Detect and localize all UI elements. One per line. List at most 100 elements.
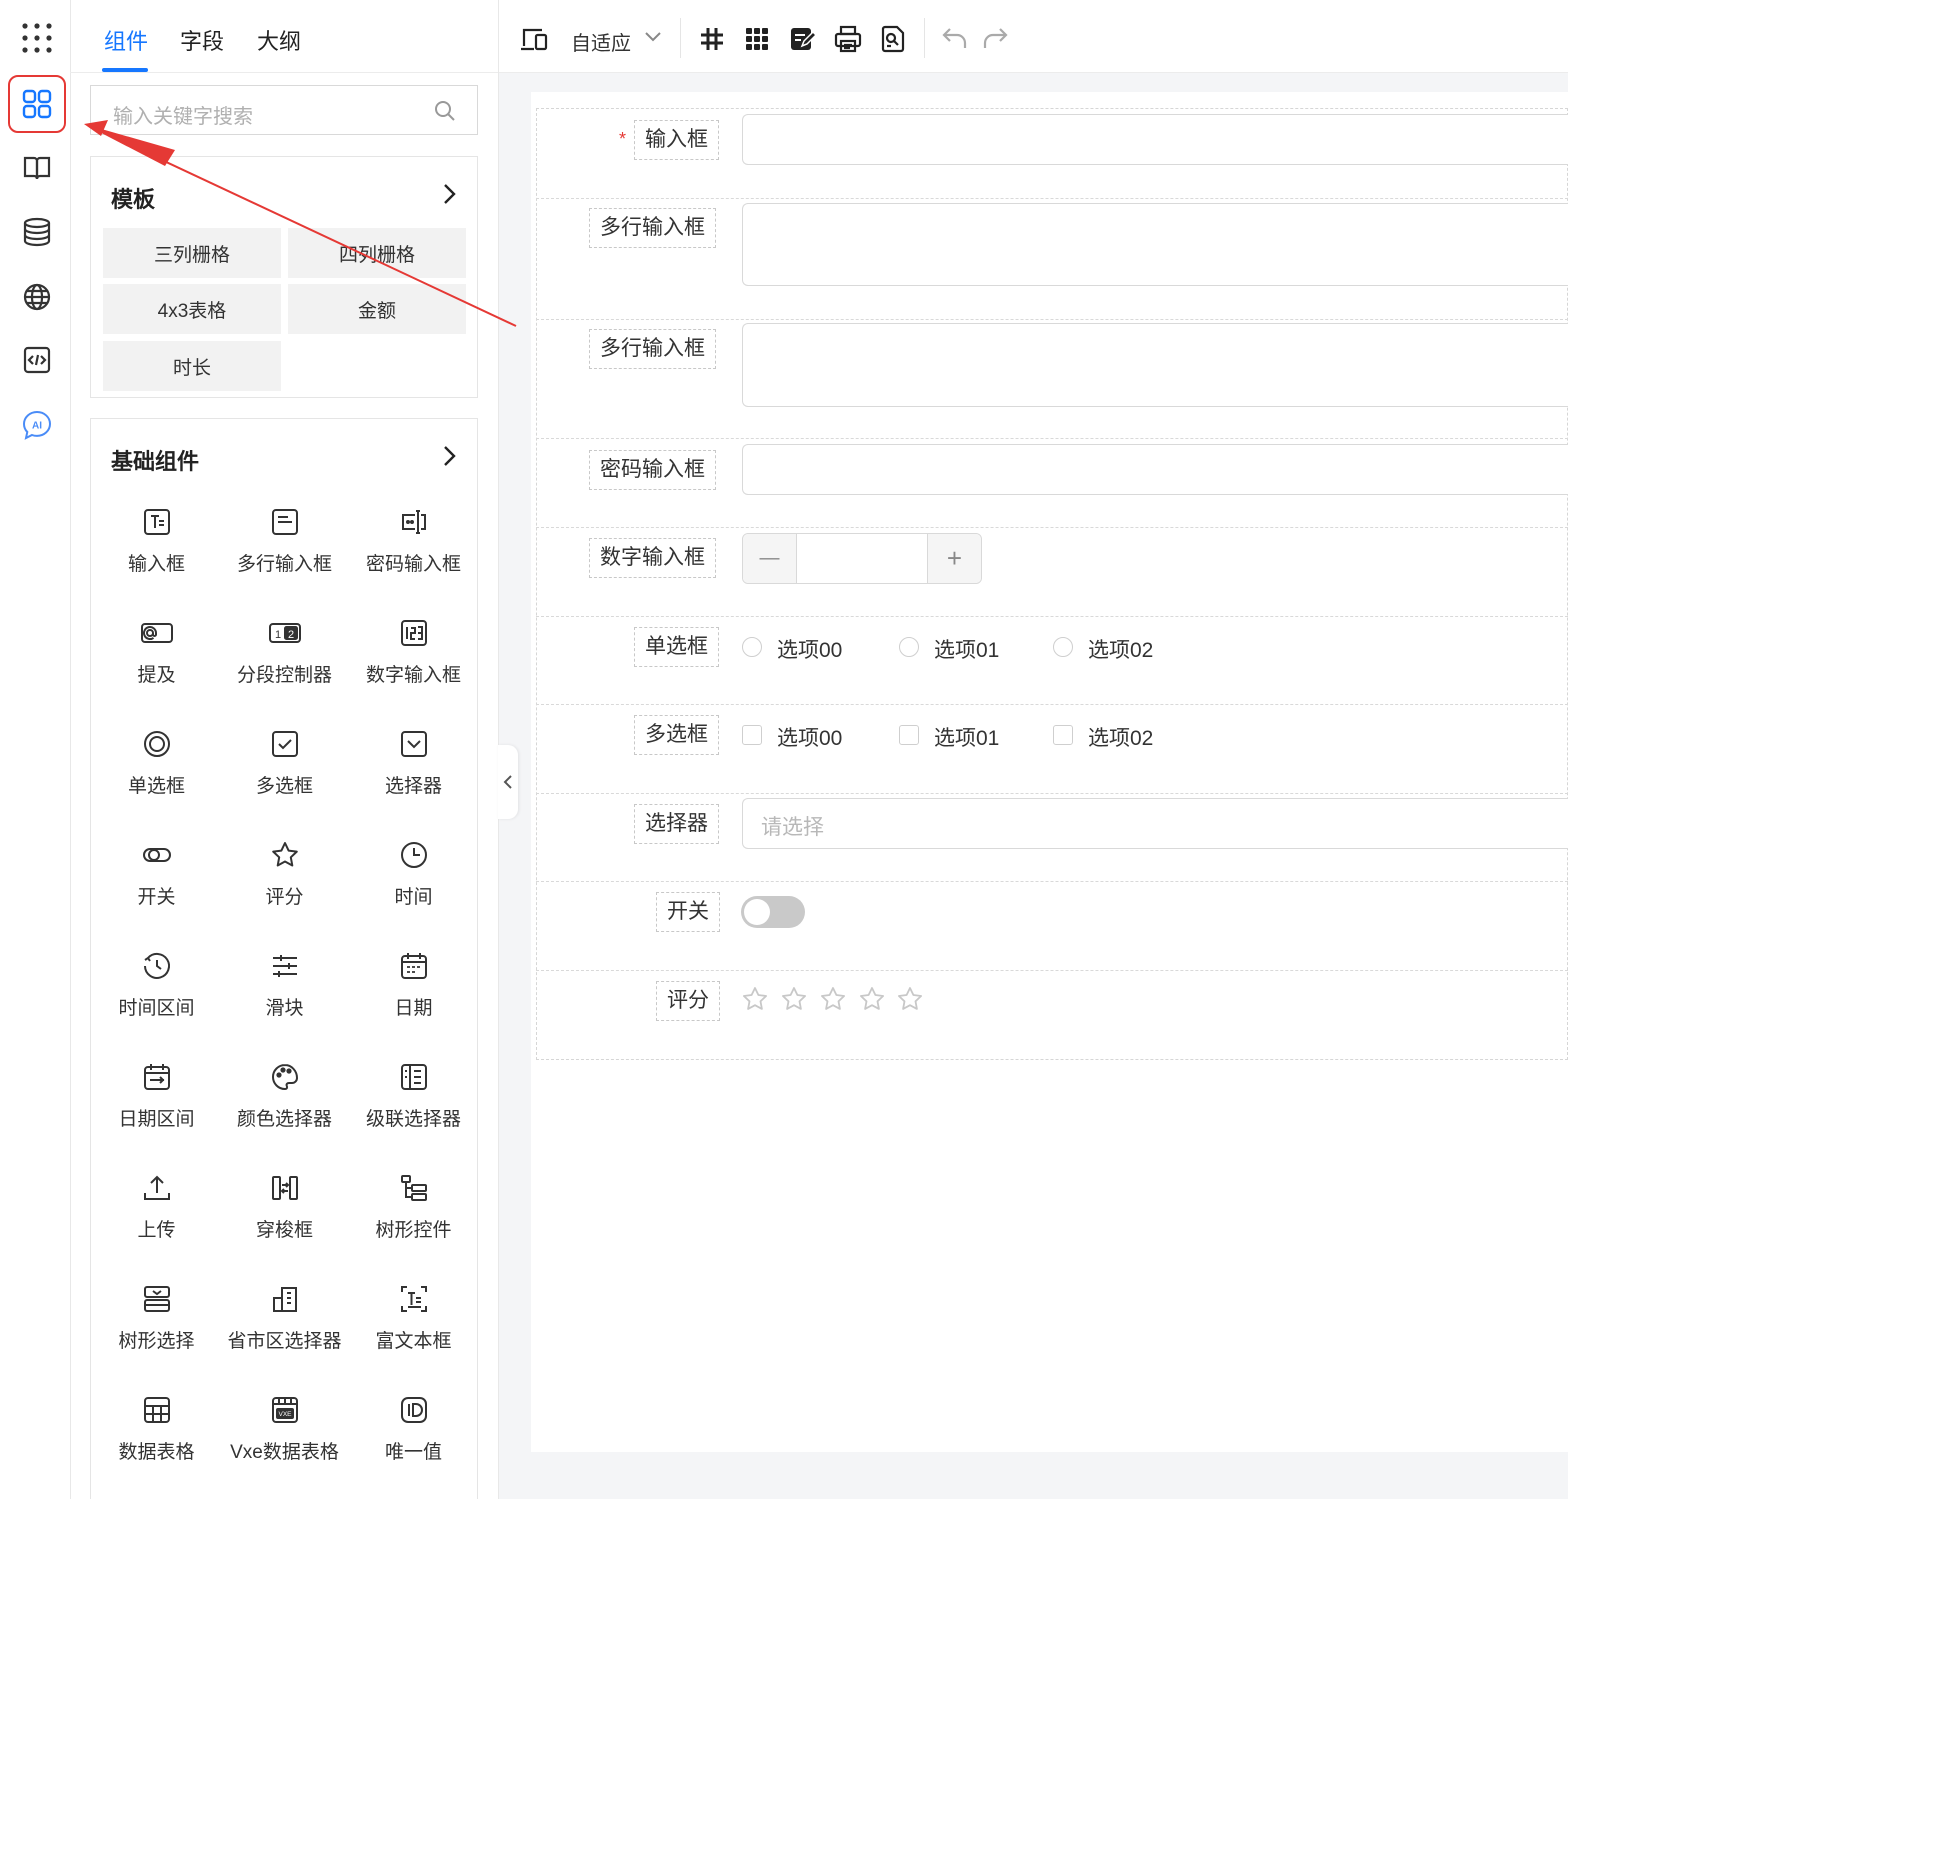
database-icon[interactable] (8, 203, 66, 261)
redo-icon[interactable] (981, 26, 1009, 55)
stepper-decrement-button[interactable]: — (743, 534, 797, 583)
field-label[interactable]: 多选框 (634, 715, 719, 755)
checkbox[interactable] (899, 725, 919, 745)
checkbox-option-label[interactable]: 选项01 (934, 722, 999, 752)
radio-button[interactable] (742, 637, 762, 657)
template-item[interactable]: 时长 (103, 341, 281, 391)
preview-icon[interactable] (879, 25, 907, 58)
component-label: 穿梭框 (255, 1220, 313, 1241)
component-unique-id[interactable]: 唯一值 (349, 1395, 478, 1464)
component-color-picker[interactable]: 颜色选择器 (220, 1062, 349, 1131)
clock-icon (400, 842, 427, 868)
edit-icon[interactable] (789, 25, 818, 58)
component-checkbox[interactable]: 多选框 (220, 729, 349, 798)
component-segmented[interactable]: 12 分段控制器 (220, 618, 349, 687)
row-divider (536, 198, 1568, 199)
component-region[interactable]: 省市区选择器 (220, 1284, 349, 1353)
undo-icon[interactable] (941, 26, 969, 55)
collapse-panel-button[interactable] (498, 745, 518, 819)
component-rate[interactable]: 评分 (220, 840, 349, 909)
template-item[interactable]: 三列栅格 (103, 228, 281, 278)
field-label[interactable]: 数字输入框 (589, 538, 716, 578)
grid-hash-icon[interactable] (699, 26, 725, 57)
component-transfer[interactable]: 穿梭框 (220, 1173, 349, 1242)
tab-fields[interactable]: 字段 (180, 24, 224, 56)
star-rating[interactable] (742, 986, 932, 1021)
chevron-right-icon[interactable] (441, 444, 457, 473)
select-field[interactable]: 请选择 (742, 798, 1568, 849)
device-icon[interactable] (519, 24, 549, 59)
template-item[interactable]: 金额 (288, 284, 466, 334)
template-item[interactable]: 4x3表格 (103, 284, 281, 334)
chevron-down-icon[interactable] (644, 30, 662, 48)
field-label[interactable]: 多行输入框 (589, 208, 716, 248)
component-date[interactable]: 日期 (349, 951, 478, 1020)
component-table[interactable]: 数据表格 (92, 1395, 221, 1464)
number-stepper: — + (742, 533, 982, 584)
component-mention[interactable]: 提及 (92, 618, 221, 687)
component-radio[interactable]: 单选框 (92, 729, 221, 798)
field-label[interactable]: 选择器 (634, 804, 719, 844)
tab-outline[interactable]: 大纲 (257, 24, 301, 56)
book-icon[interactable] (8, 139, 66, 197)
component-switch[interactable]: 开关 (92, 840, 221, 909)
component-rich-text[interactable]: 富文本框 (349, 1284, 478, 1353)
component-vxe-table[interactable]: VXE Vxe数据表格 (220, 1395, 349, 1464)
radio-option-label[interactable]: 选项00 (777, 634, 842, 664)
textarea-field[interactable] (742, 203, 1568, 286)
field-label[interactable]: 输入框 (634, 120, 719, 160)
component-time[interactable]: 时间 (349, 840, 478, 909)
stepper-increment-button[interactable]: + (927, 534, 981, 583)
component-upload[interactable]: 上传 (92, 1173, 221, 1242)
left-tab-bar: 组件 字段 大纲 (70, 0, 498, 73)
ai-icon[interactable]: AI (8, 396, 66, 454)
password-field[interactable] (742, 444, 1568, 495)
component-select[interactable]: 选择器 (349, 729, 478, 798)
radio-button[interactable] (1053, 637, 1073, 657)
globe-icon[interactable] (8, 268, 66, 326)
template-item[interactable]: 四列栅格 (288, 228, 466, 278)
text-input-field[interactable] (742, 114, 1568, 165)
checkbox[interactable] (1053, 725, 1073, 745)
number-input[interactable] (797, 534, 929, 583)
component-cascader[interactable]: 级联选择器 (349, 1062, 478, 1131)
radio-option-label[interactable]: 选项01 (934, 634, 999, 664)
component-password[interactable]: 密码输入框 (349, 507, 478, 576)
field-label[interactable]: 开关 (656, 892, 720, 932)
tab-components[interactable]: 组件 (104, 24, 148, 56)
component-slider[interactable]: 滑块 (220, 951, 349, 1020)
component-label: Vxe数据表格 (230, 1442, 339, 1463)
component-label: 上传 (137, 1220, 176, 1241)
component-tree-select[interactable]: 树形选择 (92, 1284, 221, 1353)
print-icon[interactable] (834, 25, 862, 58)
toggle-switch[interactable] (741, 896, 805, 928)
row-divider (536, 616, 1568, 617)
component-label: 树形选择 (118, 1331, 195, 1352)
component-textarea[interactable]: 多行输入框 (220, 507, 349, 576)
checkbox-option-label[interactable]: 选项02 (1088, 722, 1153, 752)
star-icon (782, 987, 806, 1010)
component-input[interactable]: 输入框 (92, 507, 221, 576)
components-icon[interactable] (8, 75, 66, 133)
field-label[interactable]: 单选框 (634, 627, 719, 667)
field-label[interactable]: 评分 (656, 981, 720, 1021)
radio-option-label[interactable]: 选项02 (1088, 634, 1153, 664)
code-icon[interactable] (8, 331, 66, 389)
component-number-input[interactable]: 数字输入框 (349, 618, 478, 687)
component-search-input[interactable]: 输入关键字搜索 (90, 85, 478, 135)
checkbox-option-label[interactable]: 选项00 (777, 722, 842, 752)
textarea-field[interactable] (742, 323, 1568, 407)
radio-button[interactable] (899, 637, 919, 657)
field-label[interactable]: 多行输入框 (589, 329, 716, 369)
component-tree[interactable]: 树形控件 (349, 1173, 478, 1242)
field-label[interactable]: 密码输入框 (589, 450, 716, 490)
checkbox[interactable] (742, 725, 762, 745)
component-time-range[interactable]: 时间区间 (92, 951, 221, 1020)
search-icon[interactable] (433, 99, 457, 128)
apps-grid-icon[interactable] (8, 9, 66, 67)
row-divider (536, 970, 1568, 971)
grid-dots-icon[interactable] (745, 27, 769, 56)
component-date-range[interactable]: 日期区间 (92, 1062, 221, 1131)
device-mode-select[interactable]: 自适应 (571, 27, 631, 56)
chevron-right-icon[interactable] (441, 182, 457, 211)
